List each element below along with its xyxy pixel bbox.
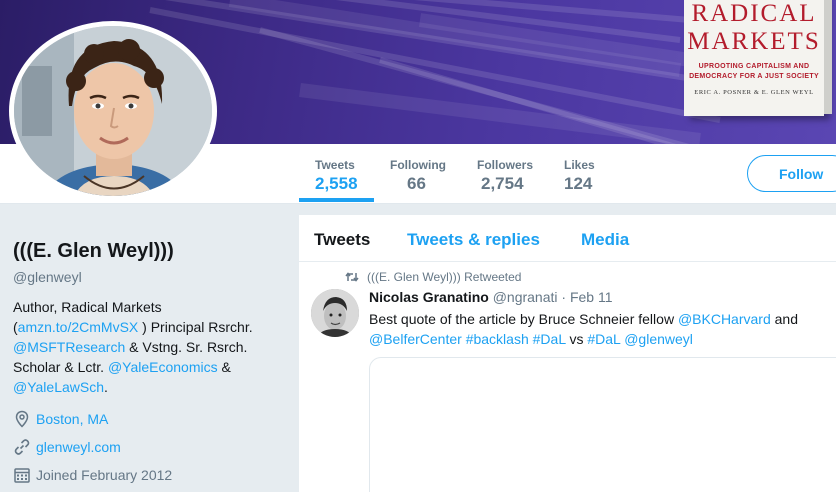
stat-label: Likes — [564, 158, 595, 172]
bio-link-amazon[interactable]: amzn.to/2CmMvSX — [18, 319, 139, 335]
profile-name[interactable]: (((E. Glen Weyl))) — [13, 240, 283, 263]
avatar-photo — [14, 26, 212, 196]
stat-value: 2,754 — [481, 174, 524, 193]
avatar[interactable] — [9, 21, 217, 201]
stat-label: Following — [390, 158, 446, 172]
hashtag-dal-2[interactable]: #DaL — [587, 331, 620, 347]
hashtag-backlash[interactable]: #backlash — [466, 331, 529, 347]
profile-joined: Joined February 2012 — [13, 465, 283, 485]
hashtag-dal[interactable]: #DaL — [533, 331, 566, 347]
tab-tweets-replies[interactable]: Tweets & replies — [407, 230, 540, 250]
bio-text: . — [104, 379, 108, 395]
follow-button[interactable]: Follow — [747, 155, 836, 192]
stat-following[interactable]: Following 66 — [390, 158, 446, 194]
active-tab-underline — [299, 198, 374, 202]
profile-card: (((E. Glen Weyl))) @glenweyl Author, Rad… — [13, 240, 283, 485]
bio-link-msftresearch[interactable]: @MSFTResearch — [13, 339, 125, 355]
tweet-media-card[interactable] — [369, 357, 836, 492]
website-link[interactable]: glenweyl.com — [36, 439, 121, 455]
tweet-author-avatar[interactable] — [311, 289, 359, 337]
location-icon — [15, 410, 29, 428]
tweet-header: Nicolas Granatino @ngranati · Feb 11 — [369, 289, 613, 305]
profile-location: Boston, MA — [13, 409, 283, 429]
tweet-text: Best quote of the article by Bruce Schne… — [369, 309, 829, 349]
stat-value: 2,558 — [315, 174, 358, 193]
timeline: Tweets Tweets & replies Media (((E. Glen… — [299, 215, 836, 492]
book-subtitle-line2: DEMOCRACY FOR A JUST SOCIETY — [689, 73, 819, 80]
stat-label: Tweets — [315, 158, 355, 172]
retweet-context: (((E. Glen Weyl))) Retweeted — [345, 270, 521, 284]
mention-bkcharvard[interactable]: @BKCHarvard — [678, 311, 771, 327]
bio-link-yaleeconomics[interactable]: @YaleEconomics — [108, 359, 218, 375]
mention-belfercenter[interactable]: @BelferCenter — [369, 331, 462, 347]
joined-text: Joined February 2012 — [36, 467, 173, 483]
stat-tweets[interactable]: Tweets 2,558 — [315, 158, 358, 194]
profile-handle[interactable]: @glenweyl — [13, 269, 283, 285]
tab-media[interactable]: Media — [581, 230, 629, 250]
bio-text: ) Principal Rsrchr. — [138, 319, 253, 335]
book-title-line1: RADICAL — [691, 0, 817, 27]
book-subtitle-line1: UPROOTING CAPITALISM AND — [698, 63, 810, 70]
book-title-line2: MARKETS — [687, 28, 821, 55]
tweet-text-part: Best quote of the article by Bruce Schne… — [369, 311, 678, 327]
tweet-text-part: and — [770, 311, 798, 327]
profile-bio: Author, Radical Markets (amzn.to/2CmMvSX… — [13, 297, 283, 397]
stat-label: Followers — [477, 158, 534, 172]
stat-value: 66 — [407, 174, 426, 193]
location-text[interactable]: Boston, MA — [36, 411, 108, 427]
bio-link-yalelawsch[interactable]: @YaleLawSch — [13, 379, 104, 395]
bio-text: & — [217, 359, 231, 375]
stat-value: 124 — [564, 174, 593, 193]
book-cover-image: RADICAL MARKETS UPROOTING CAPITALISM AND… — [684, 0, 832, 116]
profile-website: glenweyl.com — [13, 437, 283, 457]
stat-likes[interactable]: Likes 124 — [564, 158, 595, 194]
book-authors: ERIC A. POSNER & E. GLEN WEYL — [694, 89, 814, 96]
timeline-tabs: Tweets Tweets & replies Media — [299, 215, 836, 262]
tweet-date[interactable]: · Feb 11 — [561, 289, 612, 305]
tweet-author-name[interactable]: Nicolas Granatino — [369, 289, 489, 305]
tweet-text-part: vs — [565, 331, 588, 347]
retweet-context-text[interactable]: (((E. Glen Weyl))) Retweeted — [367, 270, 521, 284]
tab-tweets[interactable]: Tweets — [314, 230, 370, 250]
stat-followers[interactable]: Followers 2,754 — [477, 158, 533, 194]
calendar-icon — [14, 468, 30, 483]
tweet-author-handle[interactable]: @ngranati — [493, 289, 558, 305]
link-icon — [14, 439, 30, 455]
retweet-icon — [345, 272, 359, 282]
tweet-avatar-photo — [311, 289, 359, 337]
mention-glenweyl[interactable]: @glenweyl — [624, 331, 693, 347]
